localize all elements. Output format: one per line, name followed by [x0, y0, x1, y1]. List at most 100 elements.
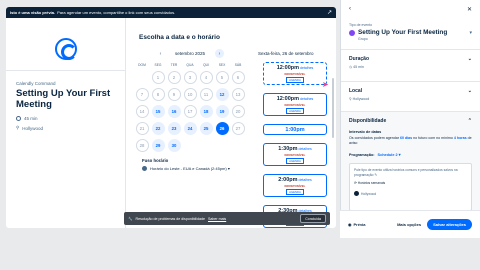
duration-value: 45 min: [353, 65, 364, 69]
selected-day[interactable]: 26: [215, 122, 229, 135]
external-link-icon[interactable]: ↗: [327, 9, 332, 16]
calendar-day: 6: [231, 71, 245, 84]
calendar-day[interactable]: 23: [167, 122, 181, 135]
calendar-day[interactable]: 30: [167, 139, 181, 152]
schedule-label: Programação:: [349, 152, 375, 157]
calendar-day: 27: [231, 122, 245, 135]
calendar-day: 1: [151, 71, 165, 84]
back-icon[interactable]: ‹: [349, 6, 351, 13]
event-group: Grupo: [358, 37, 368, 41]
slot-details-link[interactable]: detalhes: [300, 66, 313, 70]
calendar-day: 7: [135, 88, 149, 101]
schedule-select[interactable]: Schedule 2 ▾: [378, 152, 401, 157]
panel-toolbar: ‹ ✕: [341, 0, 480, 19]
calendar-day[interactable]: 29: [151, 139, 165, 152]
location-heading: Local: [349, 88, 363, 94]
calendar-day: 3: [183, 71, 197, 84]
time-slot[interactable]: 1:30pmdetalhes INDISPONÍVEL AGENDA: [263, 143, 327, 166]
prev-month-icon[interactable]: ‹: [156, 49, 165, 58]
calendar-day: 13: [231, 88, 245, 101]
times-panel: Sexta-feira, 26 de setembro 12:00pmdetal…: [252, 18, 336, 228]
interval-text: Os convidados podem agendar 60 dias no f…: [349, 136, 472, 145]
calendar-day[interactable]: 22: [151, 122, 165, 135]
chevron-up-icon[interactable]: ⌃: [468, 118, 472, 124]
more-options-button[interactable]: Mais opções: [397, 222, 421, 227]
time-slot[interactable]: 2:00pmdetalhes INDISPONÍVEL AGENDA: [263, 174, 327, 197]
eye-icon: ◉: [348, 222, 352, 227]
event-info: Calendly Command Setting Up Your First M…: [6, 18, 126, 228]
calendar-day[interactable]: 24: [183, 122, 197, 135]
calendar-grid: DOM SEG TER QUA QUI SEX SÁB 1 2 3 4 5 6 7 8 9 10 11 12 13 14…: [135, 63, 245, 152]
timezone-select[interactable]: Horário do Leste - EUA e Canadá (2:45pm)…: [142, 166, 244, 171]
event-type-select[interactable]: Setting Up Your First Meeting ▾: [341, 29, 480, 36]
duration-section[interactable]: Duração ⌄ ◷ 45 min: [341, 49, 480, 73]
event-type-name: Setting Up Your First Meeting: [358, 29, 448, 36]
event-type-label: Tipo de evento: [349, 23, 373, 27]
schedule-card-text: Pule tipo de evento utiliza horários com…: [354, 168, 458, 177]
duration: 45 min: [16, 116, 115, 121]
chevron-down-icon: ⌄: [467, 88, 472, 94]
calendar-day: 8: [151, 88, 165, 101]
selected-date: Sexta-feira, 26 de setembro: [258, 51, 314, 56]
duration-heading: Duração: [349, 56, 370, 62]
calendar-day[interactable]: 12: [215, 88, 229, 101]
schedule-badge: AGENDA: [286, 76, 304, 83]
timezone-label: Fuso horário: [142, 158, 169, 163]
location-section[interactable]: Local ⌄ ⚲ Hollywood: [341, 81, 480, 105]
weekly-hours: ⟳ Horários semanais: [354, 181, 386, 185]
event-color-icon: [349, 29, 355, 36]
save-changes-button[interactable]: Salvar alterações: [427, 219, 472, 230]
scrollbar[interactable]: [332, 78, 334, 138]
next-month-icon[interactable]: ›: [215, 49, 225, 58]
slot-time: 1:30pm: [278, 145, 298, 152]
calendar-day: 10: [183, 88, 197, 101]
globe-icon: [354, 191, 359, 196]
calendar-day: 17: [183, 105, 197, 118]
location-value: Hollywood: [352, 97, 370, 101]
banner-bold: Isto é uma visão prévia.: [10, 10, 56, 15]
notice-text: Resolução de problemas de disponibilidad…: [135, 216, 206, 221]
days-select[interactable]: 60 dias: [400, 136, 412, 140]
booking-preview: Isto é uma visão prévia. Para agendar um…: [6, 7, 336, 228]
unavailable-flag: INDISPONÍVEL: [284, 102, 306, 107]
slot-details-link[interactable]: detalhes: [299, 147, 312, 151]
unavailable-flag: INDISPONÍVEL: [284, 71, 306, 76]
done-button[interactable]: Concluída: [300, 214, 326, 223]
weekday-label: SÁB: [234, 63, 242, 67]
calendar-day: 14: [135, 105, 149, 118]
clock-icon: ◷: [349, 65, 353, 69]
time-slot[interactable]: 1:00pm: [263, 124, 327, 135]
calendar-day: 21: [135, 122, 149, 135]
schedule-badge: AGENDA: [286, 157, 304, 164]
month-nav: ‹ setembro 2025 ›: [136, 49, 244, 58]
learn-more-link[interactable]: Saber mais: [208, 217, 226, 221]
slot-details-link[interactable]: detalhes: [300, 97, 313, 101]
month-label: setembro 2025: [174, 51, 206, 56]
edit-panel: ‹ ✕ Tipo de evento Setting Up Your First…: [340, 0, 480, 238]
banner-text: Para agendar um evento, compartilhe o li…: [57, 10, 176, 15]
calendar-day[interactable]: 25: [199, 122, 213, 135]
calendar-day[interactable]: 19: [215, 105, 229, 118]
chevron-down-icon: ⌄: [467, 56, 472, 62]
location: ⚲ Hollywood: [16, 125, 44, 131]
availability-notice: 🔧 Resolução de problemas de disponibilid…: [124, 212, 330, 225]
slot-time: 1:00pm: [285, 126, 305, 133]
chevron-down-icon: ▾: [469, 29, 472, 36]
globe-icon: [142, 166, 147, 171]
preview-banner: Isto é uma visão prévia. Para agendar um…: [6, 7, 336, 18]
calendar-day[interactable]: 16: [167, 105, 181, 118]
hours-select[interactable]: 4 horas: [454, 136, 467, 140]
calendar-day[interactable]: 18: [199, 105, 213, 118]
wrench-icon: 🔧: [128, 216, 133, 221]
edit-icon[interactable]: ✎: [374, 173, 377, 177]
preview-button[interactable]: ◉ Prévia: [348, 222, 366, 227]
close-icon[interactable]: ✕: [467, 6, 472, 13]
calendar-day: 4: [199, 71, 213, 84]
slot-details-link[interactable]: detalhes: [299, 178, 312, 182]
time-slot[interactable]: 12:00pmdetalhes INDISPONÍVEL AGENDA: [263, 62, 327, 85]
interval-label: Intervalo de datas: [349, 130, 382, 134]
clock-icon: [16, 116, 21, 121]
calendar-day[interactable]: 15: [151, 105, 165, 118]
time-slot[interactable]: 12:00pmdetalhes INDISPONÍVEL AGENDA: [263, 93, 327, 116]
calendar-day: 2: [167, 71, 181, 84]
